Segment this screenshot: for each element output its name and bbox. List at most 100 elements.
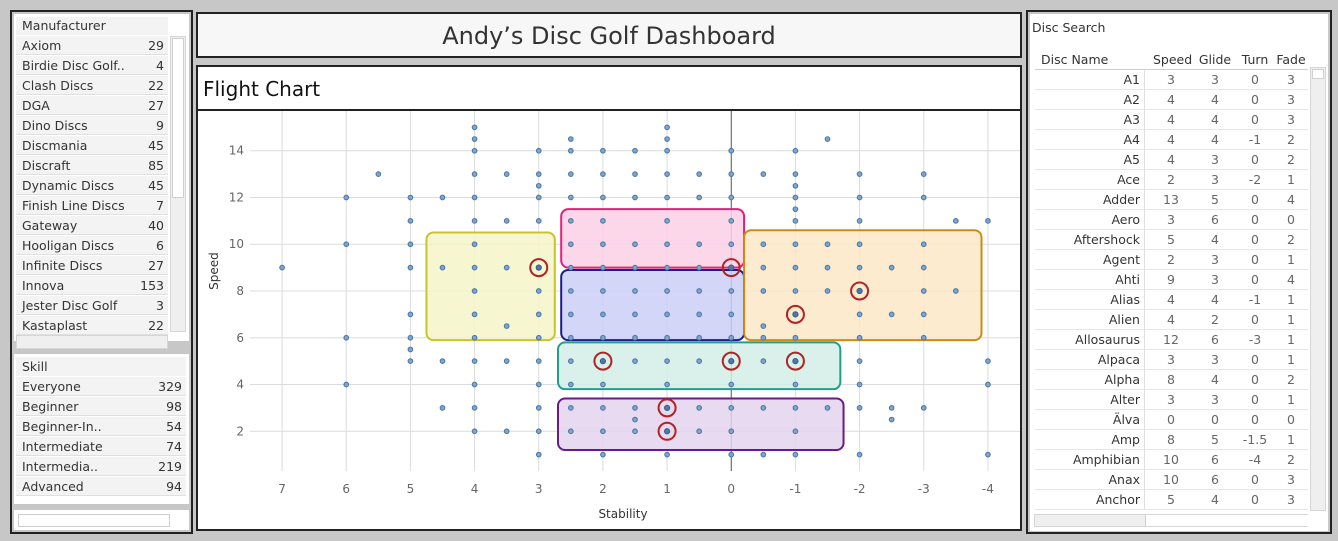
column-header[interactable]: Turn <box>1239 50 1271 70</box>
skill-item[interactable]: Intermediate 74 <box>16 437 186 456</box>
manufacturer-item[interactable]: Birdie Disc Golf.. 4 <box>16 56 168 75</box>
disc-row[interactable]: Alias 4 4 -1 1 <box>1035 290 1308 310</box>
manufacturer-scrollbar[interactable] <box>170 36 186 332</box>
column-header[interactable]: Fade <box>1275 50 1307 70</box>
disc-point <box>632 264 638 271</box>
disc-row[interactable]: Agent 2 3 0 1 <box>1035 250 1308 270</box>
disc-row[interactable]: A4 4 4 -1 2 <box>1035 130 1308 150</box>
manufacturer-item[interactable]: Dynamic Discs 45 <box>16 176 168 195</box>
disc-fade: 3 <box>1287 112 1295 127</box>
manufacturer-count: 45 <box>148 178 164 193</box>
disc-glide: 6 <box>1211 472 1219 487</box>
disc-point <box>471 381 478 388</box>
disc-row[interactable]: Alpaca 3 3 0 1 <box>1035 350 1308 370</box>
disc-row[interactable]: Alien 4 2 0 1 <box>1035 310 1308 330</box>
disc-point <box>920 194 927 201</box>
disc-point <box>856 381 863 388</box>
disc-point <box>600 381 606 388</box>
column-divider <box>1144 130 1145 150</box>
disc-turn: -1 <box>1248 132 1262 147</box>
manufacturer-item[interactable]: Infinite Discs 27 <box>16 256 168 275</box>
manufacturer-item[interactable]: Discraft 85 <box>16 156 168 175</box>
disc-turn: 0 <box>1251 192 1259 207</box>
manufacturer-item[interactable]: Finish Line Discs 7 <box>16 196 168 215</box>
column-divider <box>1144 430 1145 450</box>
skill-count: 94 <box>166 479 182 494</box>
manufacturer-item[interactable]: Discmania 45 <box>16 136 168 155</box>
manufacturer-count: 22 <box>148 318 164 333</box>
disc-table-scrollbar[interactable] <box>1310 67 1326 511</box>
disc-point <box>760 334 767 341</box>
manufacturer-item[interactable]: Clash Discs 22 <box>16 76 168 95</box>
disc-fade: 2 <box>1287 232 1295 247</box>
skill-item[interactable]: Advanced 94 <box>16 477 186 496</box>
disc-point <box>407 358 414 364</box>
flight-chart[interactable]: 7 6 5 4 3 2 1 0 -1 -2 -3 -42468101214StabilitySpeed <box>198 111 1020 531</box>
disc-point <box>632 171 638 177</box>
disc-point <box>567 136 574 142</box>
disc-point <box>920 264 927 271</box>
disc-table-hscrollbar[interactable] <box>1034 514 1308 527</box>
disc-turn: -4 <box>1248 452 1262 467</box>
skill-item[interactable]: Beginner 98 <box>16 397 186 416</box>
manufacturer-item[interactable]: DGA 27 <box>16 96 168 115</box>
disc-row[interactable]: Amphibian 10 6 -4 2 <box>1035 450 1308 470</box>
column-divider <box>1144 350 1145 370</box>
highlight-point <box>856 287 863 295</box>
disc-row[interactable]: Allosaurus 12 6 -3 1 <box>1035 330 1308 350</box>
manufacturer-item[interactable]: Jester Disc Golf 3 <box>16 296 168 315</box>
disc-point <box>664 124 670 131</box>
disc-row[interactable]: Älva 0 0 0 0 <box>1035 410 1308 430</box>
disc-point <box>760 405 767 411</box>
disc-fade: 4 <box>1287 192 1295 207</box>
manufacturer-hscrollbar[interactable] <box>16 335 168 349</box>
disc-point <box>728 171 735 177</box>
disc-point <box>664 241 670 248</box>
disc-point <box>664 194 670 201</box>
disc-point <box>824 405 831 411</box>
disc-row[interactable]: Ace 2 3 -2 1 <box>1035 170 1308 190</box>
disc-row[interactable]: Aero 3 6 0 0 <box>1035 210 1308 230</box>
disc-point <box>920 334 927 341</box>
manufacturer-item[interactable]: Axiom 29 <box>16 36 168 55</box>
skill-header: Skill <box>16 357 186 376</box>
disc-row[interactable]: A5 4 3 0 2 <box>1035 150 1308 170</box>
disc-point <box>985 358 991 364</box>
disc-point <box>696 241 703 248</box>
skill-item[interactable]: Intermedia.. 219 <box>16 457 186 476</box>
disc-row[interactable]: Alter 3 3 0 1 <box>1035 390 1308 410</box>
disc-glide: 4 <box>1211 492 1219 507</box>
disc-row[interactable]: Anchor 5 4 0 3 <box>1035 490 1308 510</box>
disc-point <box>471 218 478 224</box>
disc-point <box>471 124 478 131</box>
column-header[interactable]: Speed <box>1153 50 1192 70</box>
disc-table-scroll-thumb[interactable] <box>1312 69 1324 79</box>
disc-point <box>407 218 414 224</box>
disc-row[interactable]: Alpha 8 4 0 2 <box>1035 370 1308 390</box>
highlight-point <box>728 264 735 271</box>
disc-row[interactable]: Adder 13 5 0 4 <box>1035 190 1308 210</box>
disc-row[interactable]: Ahti 9 3 0 4 <box>1035 270 1308 290</box>
disc-table-hscroll-thumb[interactable] <box>1145 515 1308 526</box>
disc-turn: 0 <box>1251 412 1259 427</box>
column-header[interactable]: Disc Name <box>1041 50 1150 70</box>
disc-row[interactable]: Aftershock 5 4 0 2 <box>1035 230 1308 250</box>
manufacturer-scroll-thumb[interactable] <box>172 38 184 198</box>
disc-row[interactable]: A3 4 4 0 3 <box>1035 110 1308 130</box>
disc-row[interactable]: Anax 10 6 0 3 <box>1035 470 1308 490</box>
column-header[interactable]: Glide <box>1195 50 1235 70</box>
manufacturer-item[interactable]: Innova 153 <box>16 276 168 295</box>
disc-speed: 12 <box>1163 332 1179 347</box>
disc-point <box>600 264 606 271</box>
disc-row[interactable]: A1 3 3 0 3 <box>1035 70 1308 90</box>
manufacturer-item[interactable]: Gateway 40 <box>16 216 168 235</box>
manufacturer-item[interactable]: Kastaplast 22 <box>16 316 168 335</box>
disc-row[interactable]: A2 4 4 0 3 <box>1035 90 1308 110</box>
disc-point <box>856 264 863 271</box>
manufacturer-item[interactable]: Dino Discs 9 <box>16 116 168 135</box>
skill-item[interactable]: Everyone 329 <box>16 377 186 396</box>
disc-row[interactable]: Amp 8 5 -1.5 1 <box>1035 430 1308 450</box>
skill-hscrollbar[interactable] <box>18 514 170 527</box>
skill-item[interactable]: Beginner-In.. 54 <box>16 417 186 436</box>
manufacturer-item[interactable]: Hooligan Discs 6 <box>16 236 168 255</box>
